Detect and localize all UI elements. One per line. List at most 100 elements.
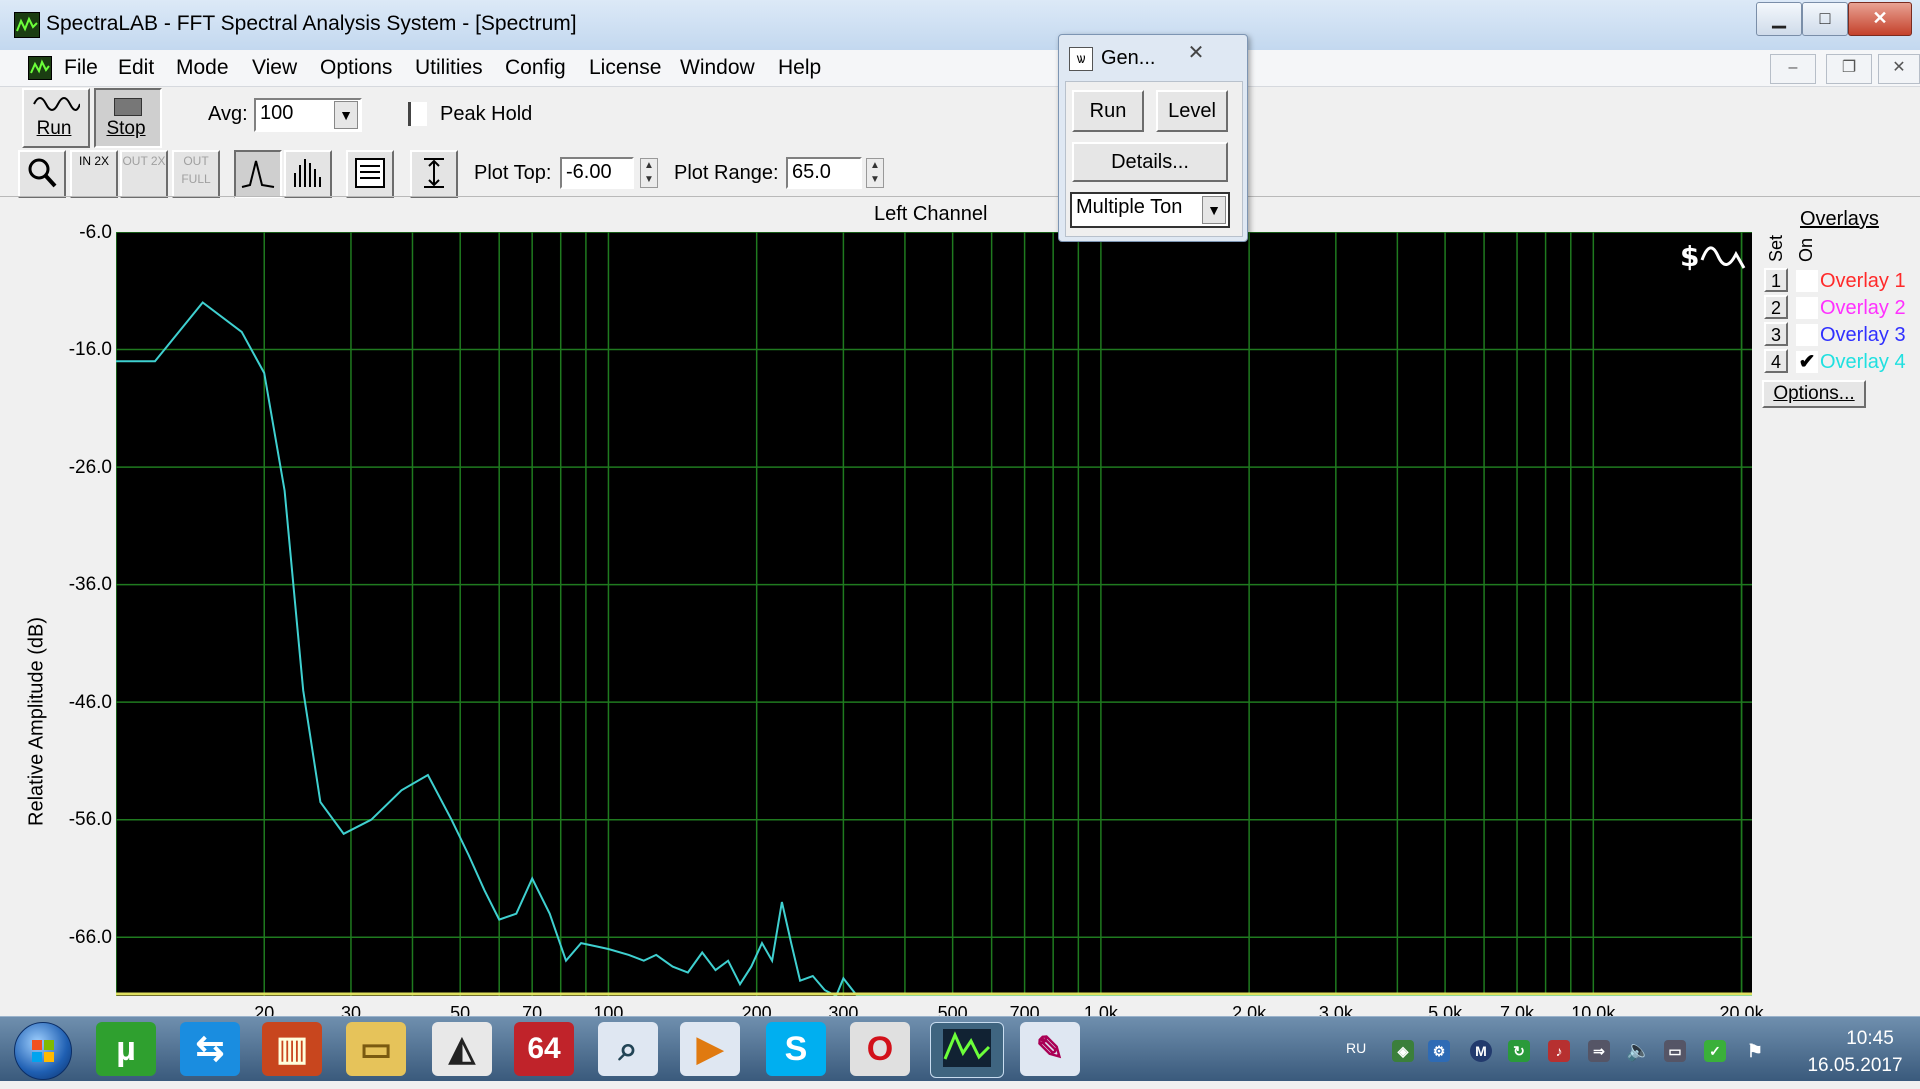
display-tray-icon[interactable]: ▭: [1664, 1040, 1686, 1062]
zoom-in-2x-button[interactable]: IN 2X: [70, 150, 118, 198]
action-center-flag-icon[interactable]: ⚑: [1744, 1040, 1766, 1062]
paint-taskbar-icon[interactable]: ✎: [1020, 1022, 1080, 1076]
mdi-minimize-button[interactable]: –: [1770, 54, 1816, 84]
media-player-taskbar-icon[interactable]: ▶: [680, 1022, 740, 1076]
colosseum-app-taskbar-icon[interactable]: ▥: [262, 1022, 322, 1076]
zoom-out-full-button[interactable]: OUT FULL: [172, 150, 220, 198]
overlay-1-on-checkbox[interactable]: [1796, 270, 1818, 292]
start-button[interactable]: [14, 1022, 72, 1080]
overlay-3-set-button[interactable]: 3: [1764, 322, 1788, 346]
security-tray-icon[interactable]: ◈: [1392, 1040, 1414, 1062]
menu-options[interactable]: Options: [320, 56, 392, 80]
language-indicator[interactable]: RU: [1346, 1040, 1366, 1056]
m-app-tray-icon[interactable]: M: [1470, 1040, 1492, 1062]
plot-range-input[interactable]: 65.0: [786, 157, 862, 189]
bar-plot-icon: [294, 159, 321, 187]
skype-taskbar-icon[interactable]: S: [766, 1022, 826, 1076]
clock-time[interactable]: 10:45: [1820, 1028, 1920, 1050]
avg-value: 100: [260, 102, 294, 124]
menu-window[interactable]: Window: [680, 56, 755, 80]
device-tray-icon[interactable]: ⇒: [1588, 1040, 1610, 1062]
volume-tray-icon[interactable]: 🔈: [1626, 1040, 1651, 1062]
mdi-restore-button[interactable]: ❐: [1826, 54, 1872, 84]
network-tray-icon[interactable]: ⚙: [1428, 1040, 1450, 1062]
overlay-4-set-button[interactable]: 4: [1764, 349, 1788, 373]
cat-app-taskbar-icon[interactable]: ◭: [432, 1022, 492, 1076]
run-button[interactable]: Run: [22, 88, 90, 148]
generator-run-button[interactable]: Run: [1072, 90, 1144, 132]
plot-top-spinner[interactable]: ▲ ▼: [640, 158, 658, 188]
spectralab-taskbar-icon[interactable]: [930, 1022, 1004, 1078]
teamviewer-taskbar-icon[interactable]: ⇆: [180, 1022, 240, 1076]
window-maximize-button[interactable]: □: [1802, 2, 1848, 36]
file-explorer-taskbar-icon[interactable]: ▭: [346, 1022, 406, 1076]
sine-wave-icon: [33, 97, 80, 111]
overlay-1-label: Overlay 1: [1820, 270, 1906, 292]
svg-text:$: $: [1680, 240, 1699, 273]
aida64-taskbar-icon[interactable]: 64: [514, 1022, 574, 1076]
opera-taskbar-icon[interactable]: O: [850, 1022, 910, 1076]
zoom-out-2x-button[interactable]: OUT 2X: [120, 150, 168, 198]
update-tray-icon[interactable]: ↻: [1508, 1040, 1530, 1062]
generator-mode-dropdown-arrow[interactable]: ▼: [1202, 196, 1226, 224]
audio-manager-tray-icon[interactable]: ♪: [1548, 1040, 1570, 1062]
overlay-2-on-checkbox[interactable]: [1796, 297, 1818, 319]
spectralab-app-icon[interactable]: [14, 12, 40, 38]
menu-view[interactable]: View: [252, 56, 297, 80]
menu-file[interactable]: File: [64, 56, 98, 80]
clock-date[interactable]: 16.05.2017: [1790, 1055, 1920, 1077]
utorrent-taskbar-icon[interactable]: µ: [96, 1022, 156, 1076]
overlay-1-set-button[interactable]: 1: [1764, 268, 1788, 292]
menu-license[interactable]: License: [589, 56, 661, 80]
peak-hold-checkbox[interactable]: [408, 102, 427, 126]
stop-icon: [114, 98, 142, 116]
generator-level-button[interactable]: Level: [1156, 90, 1228, 132]
menu-utilities[interactable]: Utilities: [415, 56, 483, 80]
overlay-3-on-checkbox[interactable]: [1796, 324, 1818, 346]
window-minimize-button[interactable]: ▁: [1756, 2, 1802, 36]
generator-details-button[interactable]: Details...: [1072, 142, 1228, 182]
mdi-close-button[interactable]: ✕: [1878, 54, 1920, 84]
overlay-2-set-button[interactable]: 2: [1764, 295, 1788, 319]
properties-icon: [355, 158, 385, 188]
bar-plot-mode-button[interactable]: [284, 150, 332, 198]
zoom-out-full-label: OUT FULL: [181, 154, 211, 186]
overlays-title: Overlays: [1800, 208, 1879, 230]
line-plot-icon: [241, 160, 275, 188]
plot-properties-button[interactable]: [346, 150, 394, 198]
avg-dropdown-arrow[interactable]: ▼: [334, 101, 358, 129]
window-close-button[interactable]: ✕: [1848, 2, 1912, 36]
zoom-button[interactable]: [18, 150, 66, 198]
zoom-in-2x-label: IN 2X: [78, 154, 109, 168]
menu-help[interactable]: Help: [778, 56, 821, 80]
generator-panel: Run Level Details... Multiple Ton ▼: [1065, 81, 1243, 237]
stop-button[interactable]: Stop: [94, 88, 162, 148]
y-tick-label: -6.0: [79, 222, 112, 243]
overlays-set-column-label: Set: [1766, 234, 1786, 262]
autoscale-button[interactable]: [410, 150, 458, 198]
spectrum-taskbar-glyph: [943, 1029, 991, 1067]
plot-top-input[interactable]: -6.00: [560, 157, 634, 189]
check-tray-icon[interactable]: ✓: [1704, 1040, 1726, 1062]
run-button-label: Run: [36, 118, 72, 139]
network-app-taskbar-icon[interactable]: ⌕: [598, 1022, 658, 1076]
generator-close-button[interactable]: ✕: [1153, 39, 1239, 67]
window-title: SpectraLAB - FFT Spectral Analysis Syste…: [46, 12, 577, 35]
overlay-4-on-checkbox[interactable]: ✔: [1796, 351, 1818, 373]
y-tick-label: -36.0: [68, 574, 112, 595]
signal-cursor-icon[interactable]: $: [1680, 238, 1746, 274]
document-icon[interactable]: [28, 56, 52, 80]
menu-config[interactable]: Config: [505, 56, 566, 80]
y-tick-label: -26.0: [68, 457, 112, 478]
generator-window[interactable]: ѡ Gen... ✕ Run Level Details... Multiple…: [1058, 34, 1248, 242]
line-plot-mode-button[interactable]: [234, 150, 282, 198]
spectrum-plot[interactable]: [116, 232, 1752, 996]
menu-edit[interactable]: Edit: [118, 56, 154, 80]
windows-logo-icon: [32, 1040, 54, 1062]
plot-range-spinner[interactable]: ▲ ▼: [866, 158, 884, 188]
stop-button-label: Stop: [106, 118, 146, 139]
overlay-options-button[interactable]: Options...: [1762, 380, 1866, 408]
menu-mode[interactable]: Mode: [176, 56, 229, 80]
vertical-scale-icon: [424, 158, 444, 188]
peak-hold-label: Peak Hold: [440, 103, 533, 125]
